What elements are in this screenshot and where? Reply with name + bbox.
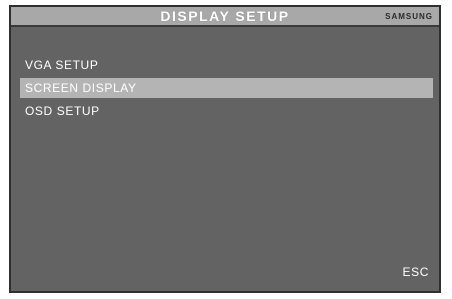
page-title: DISPLAY SETUP <box>160 8 290 24</box>
menu-item-vga-setup[interactable]: VGA SETUP <box>20 55 433 75</box>
samsung-logo: SAMSUNG <box>385 12 433 21</box>
menu-item-osd-setup[interactable]: OSD SETUP <box>20 101 433 121</box>
title-bar: DISPLAY SETUP SAMSUNG <box>11 7 439 27</box>
esc-button[interactable]: ESC <box>403 265 429 279</box>
menu-item-screen-display[interactable]: SCREEN DISPLAY <box>20 78 433 98</box>
setup-menu: VGA SETUP SCREEN DISPLAY OSD SETUP <box>20 55 433 124</box>
display-setup-window: DISPLAY SETUP SAMSUNG VGA SETUP SCREEN D… <box>9 5 441 293</box>
